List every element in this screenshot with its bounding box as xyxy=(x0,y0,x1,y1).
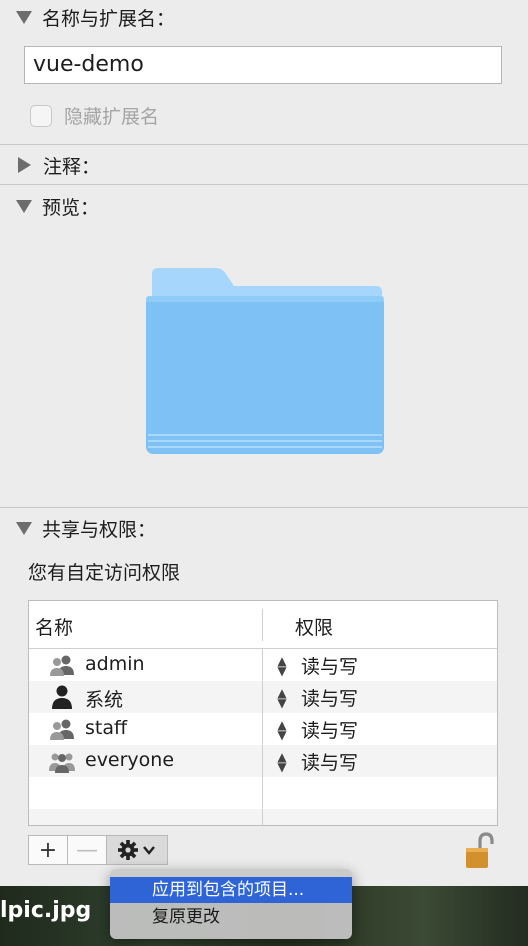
hide-extension-label: 隐藏扩展名 xyxy=(64,106,160,128)
privilege-value: 读与写 xyxy=(301,656,359,678)
user-icon xyxy=(52,685,72,709)
section-name-ext[interactable]: 名称与扩展名： xyxy=(16,2,175,32)
section-title: 注释： xyxy=(43,155,101,178)
hide-extension-row[interactable]: 隐藏扩展名 xyxy=(30,102,159,129)
table-row[interactable]: everyone ▲ ▼ 读与写 xyxy=(29,745,497,777)
menu-item-revert-changes[interactable]: 复原更改 xyxy=(110,904,352,930)
permissions-table: 名称 权限 admin ▲ ▼ 读与写 系统 ▲ ▼ 读与写 staff ▲ ▼… xyxy=(28,600,498,826)
permissions-toolbar: + — xyxy=(28,835,168,867)
permission-note: 您有自定访问权限 xyxy=(28,562,181,584)
add-button[interactable]: + xyxy=(28,835,68,865)
privilege-popup[interactable]: ▲ ▼ 读与写 xyxy=(275,748,358,775)
stepper-icon: ▲ ▼ xyxy=(277,653,287,678)
column-separator[interactable] xyxy=(262,609,263,641)
column-separator-line xyxy=(262,649,263,825)
action-context-menu: 应用到包含的项目... 复原更改 xyxy=(110,869,352,939)
gear-icon xyxy=(118,840,155,860)
stepper-icon: ▲ ▼ xyxy=(277,717,287,742)
privilege-value: 读与写 xyxy=(301,752,359,774)
privilege-value: 读与写 xyxy=(301,720,359,742)
table-row-empty xyxy=(29,809,497,825)
table-row-empty xyxy=(29,777,497,809)
privilege-value: 读与写 xyxy=(301,688,359,710)
disclosure-expanded-icon[interactable] xyxy=(16,521,32,535)
everyone-icon xyxy=(49,753,75,773)
desktop-file-label[interactable]: lpic.jpg xyxy=(0,898,91,923)
disclosure-expanded-icon[interactable] xyxy=(16,199,32,213)
column-header-privilege[interactable]: 权限 xyxy=(295,613,333,640)
stepper-icon: ▲ ▼ xyxy=(277,685,287,710)
divider xyxy=(0,507,528,508)
privilege-popup[interactable]: ▲ ▼ 读与写 xyxy=(275,684,358,711)
disclosure-expanded-icon[interactable] xyxy=(16,10,32,24)
divider xyxy=(0,184,528,185)
menu-item-apply-to-enclosed[interactable]: 应用到包含的项目... xyxy=(110,877,352,903)
action-menu-button[interactable] xyxy=(106,835,168,865)
divider xyxy=(0,144,528,145)
section-title: 预览： xyxy=(42,196,100,219)
row-name: admin xyxy=(85,653,145,675)
column-header-name[interactable]: 名称 xyxy=(35,613,73,640)
privilege-popup[interactable]: ▲ ▼ 读与写 xyxy=(275,716,358,743)
lock-icon[interactable] xyxy=(464,832,494,870)
row-name: 系统 xyxy=(85,689,124,711)
table-header: 名称 权限 xyxy=(29,601,497,649)
chevron-down-icon xyxy=(143,846,155,855)
section-title: 共享与权限： xyxy=(42,518,157,541)
group-icon xyxy=(50,655,74,676)
section-sharing[interactable]: 共享与权限： xyxy=(16,513,156,543)
info-panel: 名称与扩展名： vue-demo 隐藏扩展名 注释： 预览： 共享与权限： 您有… xyxy=(0,0,528,886)
row-name: everyone xyxy=(85,749,175,771)
table-row[interactable]: admin ▲ ▼ 读与写 xyxy=(29,649,497,681)
stepper-icon: ▲ ▼ xyxy=(277,749,287,774)
section-title: 名称与扩展名： xyxy=(42,7,176,30)
folder-icon xyxy=(146,268,384,454)
table-row[interactable]: staff ▲ ▼ 读与写 xyxy=(29,713,497,745)
row-name: staff xyxy=(85,717,128,739)
disclosure-collapsed-icon[interactable] xyxy=(18,157,31,173)
hide-extension-checkbox[interactable] xyxy=(30,104,52,127)
section-comments[interactable]: 注释： xyxy=(16,150,100,180)
remove-button[interactable]: — xyxy=(67,835,107,865)
table-row[interactable]: 系统 ▲ ▼ 读与写 xyxy=(29,681,497,713)
privilege-popup[interactable]: ▲ ▼ 读与写 xyxy=(275,652,358,679)
group-icon xyxy=(50,719,74,740)
name-field[interactable]: vue-demo xyxy=(24,46,502,84)
section-preview[interactable]: 预览： xyxy=(16,191,99,221)
